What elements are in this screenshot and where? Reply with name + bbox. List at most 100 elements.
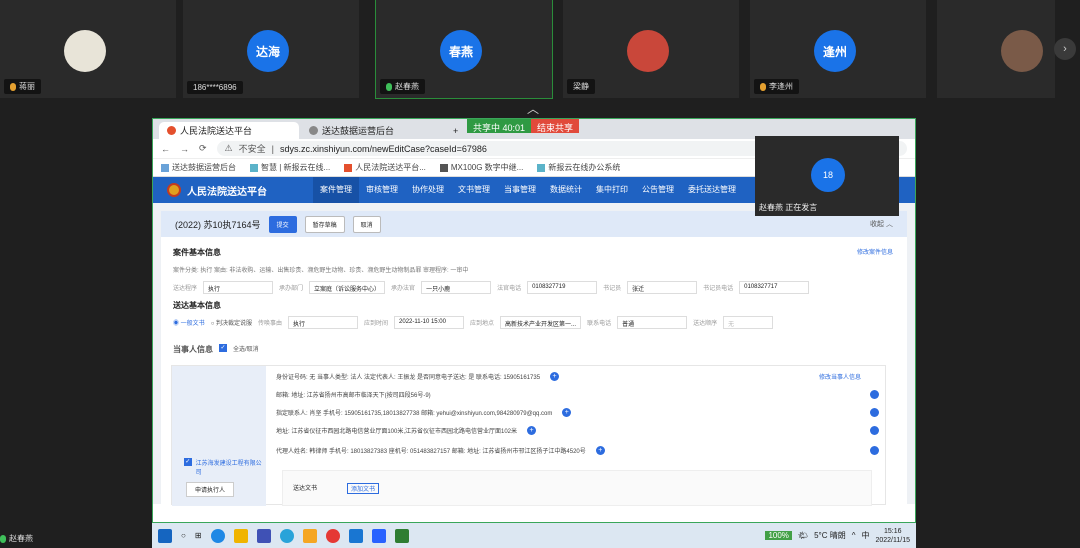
menu-item[interactable]: 集中打印 [589, 177, 635, 203]
clock[interactable]: 15:16 2022/11/15 [875, 527, 910, 545]
bookmark[interactable]: 人民法院送达平台... [344, 162, 426, 173]
bookmark-icon [344, 163, 353, 172]
select-field[interactable]: 立案庭（诉讼服务中心） [309, 280, 386, 294]
party-line: 代理人姓名: 韩律师 手机号: 18013827383 座机号: 0514838… [276, 446, 605, 455]
radio[interactable]: ○ 判决裁定说服 [211, 318, 252, 327]
battery-indicator: 100% [765, 531, 792, 540]
input-field[interactable]: 一只小鹿 [421, 280, 492, 294]
form-row: 送达程序 执行 承办部门 立案庭（诉讼服务中心） 承办法官 一只小鹿 法官电话 0108… [173, 280, 895, 294]
add-icon[interactable]: + [550, 372, 560, 381]
add-icon[interactable]: + [562, 408, 572, 417]
menu-item[interactable]: 文书管理 [451, 177, 497, 203]
court-icon [167, 126, 176, 135]
new-tab-button[interactable]: + [445, 122, 466, 139]
tab-court[interactable]: 人民法院送达平台 [159, 122, 299, 139]
participant-tile[interactable]: 蒋丽 [0, 0, 176, 98]
bookmark[interactable]: 新报云在线办公系统 [537, 162, 620, 173]
reload-icon[interactable]: ⟳ [199, 143, 207, 154]
menu-item[interactable]: 委托送达管理 [681, 177, 743, 203]
person-icon[interactable] [870, 426, 879, 435]
add-icon[interactable]: + [595, 446, 605, 455]
case-summary: 案件分类: 执行 案由: 非法收购、运输、出售珍贵、濒危野生动物、珍贵、濒危野生… [173, 267, 469, 274]
mic-icon [10, 82, 16, 91]
collapse-toggle[interactable]: 收起 ︿ [870, 219, 893, 229]
chevron-up-icon[interactable]: ︿ [527, 100, 539, 117]
menu-item[interactable]: 公告管理 [635, 177, 681, 203]
edit-party-link[interactable]: 修改当事人信息 [819, 372, 861, 381]
tab-backend[interactable]: 送达鼓据运营后台 [301, 122, 441, 139]
forward-icon[interactable]: → [180, 144, 189, 154]
mic-icon [386, 82, 392, 91]
bookmark-icon [537, 163, 546, 172]
app-icon[interactable] [279, 528, 294, 543]
menu-item[interactable]: 当事管理 [497, 177, 543, 203]
datetime-field[interactable]: 2022-11-10 15:00 [394, 315, 465, 329]
checkbox-icon[interactable]: ✓ [184, 458, 192, 466]
edit-case-link[interactable]: 修改案件信息 [857, 247, 893, 256]
menu-item[interactable]: 案件管理 [313, 177, 359, 203]
folder-icon[interactable] [233, 528, 248, 543]
name-tag: 梁静 [567, 79, 595, 94]
doc-tab-label: 送达文书 [293, 486, 318, 492]
speaking-caption: 赵春燕 正在发言 [759, 203, 818, 212]
select-field[interactable]: 普通 [617, 315, 688, 329]
mic-icon [760, 82, 766, 91]
participant-tile[interactable]: 梁静 [563, 0, 739, 98]
ime-indicator[interactable]: 中 [861, 530, 869, 541]
tray-arrow-icon[interactable]: ^ [852, 531, 856, 540]
input-field[interactable]: 张迁 [627, 280, 698, 294]
speaker-tile[interactable]: 18 赵春燕 正在发言 [755, 136, 899, 216]
name-tag: 李逢州 [754, 79, 799, 94]
submit-button[interactable]: 提交 [268, 215, 297, 233]
name-tag: 赵春燕 [380, 79, 425, 94]
checkbox-icon[interactable]: ✓ [219, 344, 227, 352]
windows-start-icon[interactable] [158, 528, 172, 543]
select-field[interactable]: 执行 [203, 280, 274, 294]
menu-item[interactable]: 协作处理 [405, 177, 451, 203]
avatar: 达海 [247, 30, 289, 72]
share-bar: 共享中 40:01 结束共享 [467, 119, 580, 133]
company-name: 江苏海发建设工程有限公司 [195, 461, 262, 476]
section-title: 送达基本信息 [173, 301, 221, 310]
input-field[interactable]: 0108327719 [527, 280, 598, 294]
app-icon[interactable] [348, 528, 363, 543]
party-line: 邮箱: 地址: 江苏省扬州市高邮市临泽天下(按司四段56号-9) [276, 393, 431, 399]
select-field[interactable]: 执行 [288, 315, 359, 329]
bookmark[interactable]: 智慧 | 新报云在线... [250, 162, 330, 173]
menu-item[interactable]: 审核管理 [359, 177, 405, 203]
task-view-icon[interactable]: ⊞ [195, 531, 202, 540]
add-document-button[interactable]: 添加文书 [347, 483, 380, 494]
add-icon[interactable]: + [527, 426, 537, 435]
participant-tile[interactable]: 逢州 李逢州 [750, 0, 926, 98]
select-field[interactable]: 高新技术产业开发区第一... [500, 315, 582, 329]
person-icon[interactable] [870, 446, 879, 455]
search-icon[interactable]: ○ [181, 531, 186, 540]
chrome-icon[interactable] [325, 528, 340, 543]
save-draft-button[interactable]: 暂存草稿 [304, 215, 345, 233]
menu-item[interactable]: 数据统计 [543, 177, 589, 203]
input-field[interactable]: 0108327717 [739, 280, 810, 294]
end-share-button[interactable]: 结束共享 [531, 119, 580, 133]
app-icon[interactable] [371, 528, 386, 543]
weather-text[interactable]: 5°C 晴朗 [814, 530, 846, 541]
person-icon[interactable] [870, 390, 879, 399]
participant-tile[interactable]: 春燕 赵春燕 [375, 0, 553, 99]
weather-icon: 🌤 [797, 531, 809, 540]
wechat-icon[interactable] [394, 528, 409, 543]
person-icon[interactable] [870, 408, 879, 417]
court-emblem-icon [167, 183, 181, 197]
select-field[interactable]: 无 [723, 315, 774, 329]
radio-selected[interactable]: ◉ 一般文书 [173, 318, 205, 327]
app-icon[interactable] [302, 528, 317, 543]
edge-icon[interactable] [210, 528, 225, 543]
app-icon[interactable] [256, 528, 271, 543]
bookmark[interactable]: MX100G 数字中继... [439, 162, 523, 173]
chevron-right-icon[interactable]: › [1054, 38, 1076, 60]
role-tag: 申请执行人 [186, 482, 235, 497]
participant-tile[interactable] [937, 0, 1055, 98]
participant-tile[interactable]: 达海 186****6896 [183, 0, 359, 98]
cancel-button[interactable]: 取消 [352, 215, 381, 233]
back-icon[interactable]: ← [161, 144, 170, 154]
party-card: ✓ 江苏海发建设工程有限公司 申请执行人 修改当事人信息 身份证号码: 无 当事… [171, 365, 886, 506]
bookmark[interactable]: 送达鼓据运营后台 [161, 162, 236, 173]
